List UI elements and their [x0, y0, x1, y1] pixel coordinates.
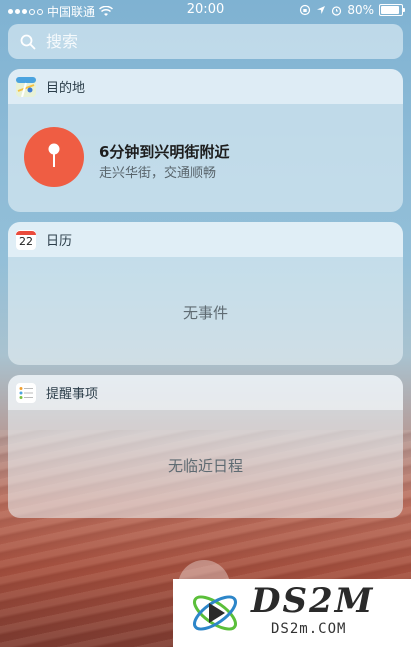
watermark-logo-icon: [193, 595, 237, 631]
calendar-icon: 22: [16, 229, 36, 250]
battery-icon: [379, 4, 405, 16]
calendar-widget-header: 22 日历: [8, 222, 403, 257]
watermark-brand: DS2M: [251, 581, 375, 621]
alarm-icon: [332, 5, 342, 16]
search-bar[interactable]: [8, 24, 403, 59]
destination-eta: 6分钟到兴明街附近: [99, 143, 230, 161]
destination-widget-header: 目的地: [8, 69, 403, 104]
reminders-icon: [16, 382, 36, 403]
reminders-widget-header: 提醒事项: [8, 375, 403, 410]
reminders-widget-title: 提醒事项: [46, 387, 99, 402]
search-icon: [20, 34, 36, 49]
reminders-widget[interactable]: 提醒事项 无临近日程: [8, 375, 403, 518]
status-bar: 中国联通 20:00 80%: [0, 0, 411, 20]
calendar-widget-title: 日历: [46, 234, 73, 249]
destination-route: 走兴华街，交通顺畅: [99, 166, 217, 181]
location-arrow-icon: [317, 6, 326, 14]
search-input[interactable]: [44, 31, 368, 52]
watermark-domain: DS2m.COM: [271, 621, 347, 637]
calendar-widget[interactable]: 22 日历 无事件: [8, 222, 403, 365]
destination-pin-icon[interactable]: [24, 127, 84, 187]
destination-widget[interactable]: 目的地 6分钟到兴明街附近 走兴华街，交通顺畅: [8, 69, 403, 212]
calendar-icon-day: 22: [19, 234, 33, 248]
calendar-empty-text: 无事件: [182, 304, 228, 322]
maps-icon: [16, 76, 36, 97]
battery-percent: 80%: [347, 3, 374, 17]
watermark: DS2M DS2m.COM: [173, 579, 411, 647]
orientation-lock-icon: [300, 4, 311, 16]
reminders-empty-text: 无临近日程: [167, 457, 243, 475]
destination-widget-title: 目的地: [46, 81, 86, 96]
